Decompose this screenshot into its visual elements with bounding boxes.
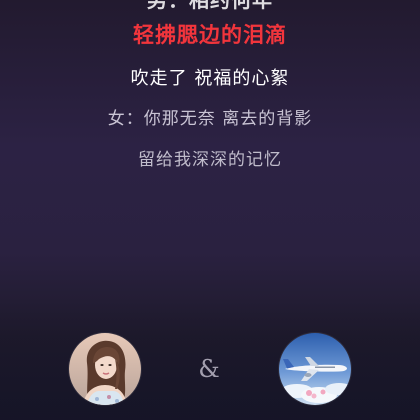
duet-separator: & [198,355,220,383]
singer-avatar-right[interactable] [279,333,351,405]
lyric-line-upcoming: 女：你那无奈 离去的背影 [107,109,313,129]
lyrics-panel: 男：相约何年 轻拂腮边的泪滴 吹走了 祝福的心絮 女：你那无奈 离去的背影 留给… [0,0,420,300]
airplane-avatar-photo-icon [279,333,351,405]
lyric-line-next: 吹走了 祝福的心絮 [130,68,290,89]
lyric-line-active: 轻拂腮边的泪滴 [133,23,287,47]
singer-avatar-left[interactable] [69,333,141,405]
user-avatar-photo-icon [69,333,141,405]
lyric-line-previous: 男：相约何年 [147,0,273,12]
lyric-line-upcoming: 留给我深深的记忆 [138,150,282,170]
